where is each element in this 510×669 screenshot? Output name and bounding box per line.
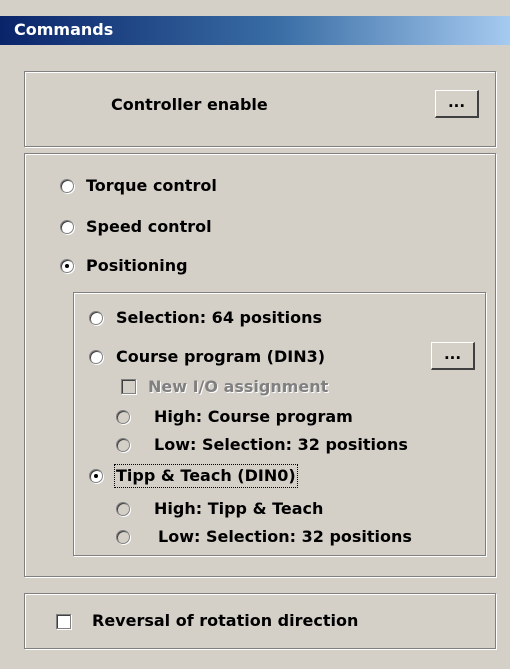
torque-control-label[interactable]: Torque control (86, 176, 217, 196)
reversal-label[interactable]: Reversal of rotation direction (92, 611, 358, 631)
course-high-label: High: Course program (154, 407, 353, 426)
new-io-checkbox-icon[interactable] (121, 379, 136, 394)
radio-selected-dot (94, 474, 98, 478)
speed-control-label[interactable]: Speed control (86, 217, 212, 237)
reversal-panel: Reversal of rotation direction (24, 593, 496, 649)
tipp-teach-label[interactable]: Tipp & Teach (DIN0) (114, 464, 298, 488)
radio-positioning-icon[interactable] (60, 259, 74, 273)
tipp-low-label: Low: Selection: 32 positions (158, 527, 412, 546)
new-io-assignment-label: New I/O assignment (148, 377, 329, 396)
radio-tipp-teach-icon[interactable] (89, 469, 103, 483)
controller-enable-button[interactable]: ... (435, 90, 479, 118)
positioning-label[interactable]: Positioning (86, 256, 188, 276)
mode-panel: Torque control Speed control Positioning… (24, 153, 496, 577)
tipp-low-indicator-icon (116, 530, 130, 544)
radio-course-program-icon[interactable] (89, 350, 103, 364)
positioning-group: Selection: 64 positions Course program (… (73, 292, 486, 556)
controller-enable-panel: Controller enable ... (24, 71, 496, 147)
course-high-indicator-icon (116, 410, 130, 424)
course-program-button[interactable]: ... (431, 342, 475, 370)
radio-selected-dot (65, 264, 69, 268)
radio-selection-64-icon[interactable] (89, 311, 103, 325)
window-title: Commands (14, 20, 114, 39)
title-bar: Commands (0, 16, 510, 45)
course-low-indicator-icon (116, 438, 130, 452)
tipp-high-indicator-icon (116, 502, 130, 516)
course-program-label[interactable]: Course program (DIN3) (116, 347, 325, 367)
course-low-label: Low: Selection: 32 positions (154, 435, 408, 454)
radio-torque-icon[interactable] (60, 179, 74, 193)
radio-speed-icon[interactable] (60, 220, 74, 234)
controller-enable-label: Controller enable (111, 95, 268, 114)
reversal-checkbox-icon[interactable] (56, 614, 71, 629)
selection-64-label[interactable]: Selection: 64 positions (116, 308, 322, 328)
tipp-high-label: High: Tipp & Teach (154, 499, 324, 518)
